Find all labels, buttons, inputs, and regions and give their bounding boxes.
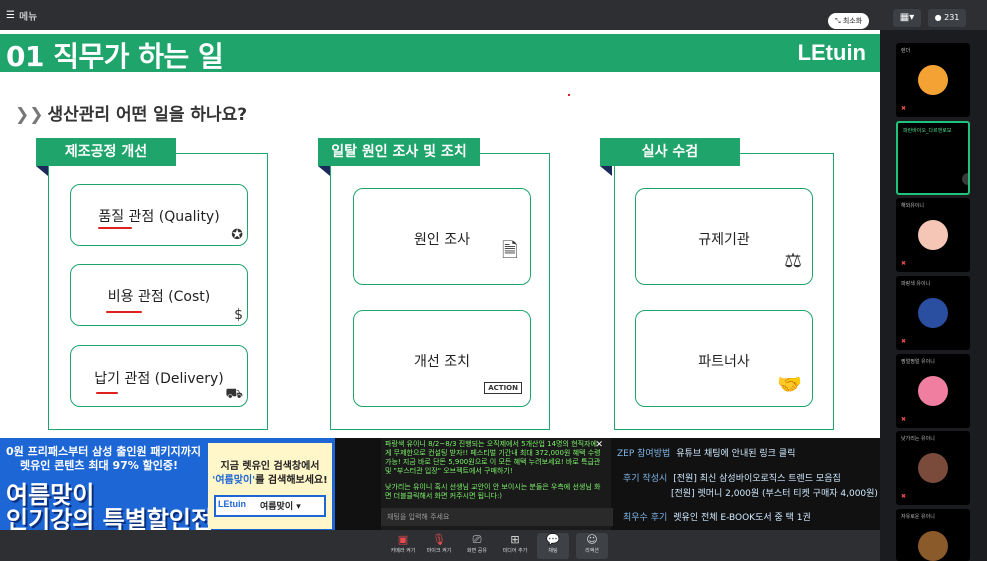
slide-header: 01 직무가 하는 일 LEtuin (0, 34, 880, 73)
regulator-box: 규제기관 ⚖ (635, 188, 813, 285)
avatar (918, 298, 948, 328)
mic-off-icon: ✖ (901, 260, 907, 267)
camera-off-icon: ▣ (397, 533, 409, 546)
banner-search-box: LEtuin 여름맞이 ▾ (214, 495, 326, 517)
avatar (918, 65, 948, 95)
annotation-underline (106, 311, 142, 313)
smiley-icon: ☺ (586, 533, 598, 546)
participants-button[interactable]: ● 231 (928, 9, 966, 27)
media-add-button[interactable]: ⊞ 미디어 추가 (499, 533, 531, 559)
chat-button[interactable]: 💬 채팅 (537, 533, 569, 559)
menu-button[interactable]: ☰ 메뉴 (6, 8, 37, 23)
double-chevron-icon: ❯❯ (15, 105, 44, 125)
pointer-dot (568, 94, 570, 96)
brand-logo: LEtuin (797, 40, 866, 65)
document-search-icon: 🗎 (501, 238, 518, 262)
chat-info-area: ✕ 파랑색 유이니 8/2~8/3 진행되는 오직제에서 5개산업 14명의 현… (335, 438, 880, 530)
handshake-icon: 🤝 (777, 372, 802, 396)
participant-tile[interactable]: 해외유이니 ✖ (896, 198, 970, 272)
cost-box: 비용 관점 (Cost) $ (70, 264, 248, 326)
info-line: 후기 작성시 [전원] 최신 삼성바이오로직스 트렌드 모음집 (623, 474, 841, 484)
grid-layout-icon: ▦▾ (899, 12, 915, 23)
delivery-box: 납기 관점 (Delivery) ⛟ (70, 345, 248, 407)
chat-input[interactable]: 채팅을 입력해 주세요 (381, 508, 613, 526)
participant-tile[interactable]: 렌더 ✖ (896, 43, 970, 117)
panel-header-deviation-investigation: 일탈 원인 조사 및 조치 (318, 138, 480, 176)
layout-toggle-button[interactable]: ▦▾ (893, 9, 921, 27)
mic-button[interactable]: 🎙 마이크 켜기 (423, 533, 455, 559)
chat-bubble-icon: 💬 (546, 533, 560, 546)
quality-box: 품질 관점 (Quality) ✪ (70, 184, 248, 246)
partner-box: 파트너사 🤝 (635, 310, 813, 407)
avatar (918, 220, 948, 250)
mic-off-icon: ✖ (901, 338, 907, 345)
slide-title: 01 직무가 하는 일 (6, 40, 224, 73)
participant-tile[interactable]: 찡얼찡얼 유이니 ✖ (896, 354, 970, 428)
scales-icon: ⚖ (784, 248, 802, 272)
screen-share-button[interactable]: ⎚ 화면 공유 (461, 533, 493, 559)
top-bar: ☰ 메뉴 ⤡ 최소화 ▦▾ ● 231 (0, 0, 987, 30)
camera-button[interactable]: ▣ 카메라 켜기 (387, 533, 419, 559)
avatar (918, 376, 948, 406)
plus-box-icon: ⊞ (510, 533, 520, 546)
minimize-icon: ⤡ (835, 17, 841, 25)
chat-panel: ✕ 파랑색 유이니 8/2~8/3 진행되는 오직제에서 5개산업 14명의 현… (381, 438, 613, 530)
screen-share-icon: ⎚ (472, 533, 482, 546)
mic-off-icon: 🎙 (432, 533, 446, 546)
info-line: [전원] 렛머니 2,000원 (부스터 티켓 구매자 4,000원) (671, 489, 878, 499)
annotation-underline (98, 227, 132, 229)
minimize-button[interactable]: ⤡ 최소화 (828, 13, 870, 29)
reaction-button[interactable]: ☺ 리액션 (576, 533, 608, 559)
info-line: 최우수 후기 렛유인 전체 E-BOOK도서 중 택 1권 (623, 513, 811, 523)
corrective-action-box: 개선 조치 ACTION (353, 310, 531, 407)
info-line: ZEP 참여방법 유튜브 채팅에 안내된 링크 클릭 (617, 449, 796, 459)
participant-tile[interactable]: 파랑색 유이니 ✖ (896, 276, 970, 350)
quality-badge-icon: ✪ (231, 227, 243, 243)
participants-sidebar: 렌더 ✖ 파란바이오_다르앤로보 해외유이니 ✖ 파랑색 유이니 ✖ 찡얼찡얼 … (880, 30, 987, 561)
panel-header-process-improvement: 제조공정 개선 (36, 138, 176, 176)
mic-off-icon: ✖ (901, 105, 907, 112)
slide-subtitle: ❯❯ 생산관리 어떤 일을 하나요? (15, 105, 248, 125)
annotation-underline (96, 392, 118, 394)
promo-banner[interactable]: 0원 프리패스부터 삼성 출인원 패키지까지 렛유인 콘텐츠 최대 97% 할인… (0, 438, 335, 530)
avatar (918, 531, 948, 561)
bottom-toolbar: ▣ 카메라 켜기 🎙 마이크 켜기 ⎚ 화면 공유 ⊞ 미디어 추가 💬 채팅 ☺ 리액션 (0, 530, 880, 561)
participant-tile[interactable]: 낮가리는 유이니 ✖ (896, 431, 970, 505)
panel-header-audit: 실사 수검 (600, 138, 740, 176)
person-icon: ● (934, 13, 942, 22)
hamburger-icon: ☰ (6, 10, 15, 21)
presentation-slide: 01 직무가 하는 일 LEtuin ❯❯ 생산관리 어떤 일을 하나요? 제조공… (0, 30, 880, 438)
avatar (962, 173, 968, 185)
chat-message: 낮가리는 유이니 혹시 선생님 교안이 안 보이시는 분들은 우측에 선생님 화… (385, 483, 601, 500)
banner-search-promo: 지금 렛유인 검색창에서 '여름맞이'를 검색해보세요! LEtuin 여름맞이… (208, 443, 332, 529)
mic-off-icon: ✖ (901, 493, 907, 500)
chat-message: 파랑색 유이니 8/2~8/3 진행되는 오직제에서 5개산업 14명의 현직자… (385, 440, 601, 475)
dollar-icon: $ (234, 307, 243, 323)
action-icon: ACTION (484, 382, 522, 394)
avatar (918, 453, 948, 483)
truck-icon: ⛟ (225, 386, 243, 402)
mic-off-icon: ✖ (901, 416, 907, 423)
participant-tile[interactable]: 자유로운 유이니 (896, 509, 970, 561)
participant-tile[interactable]: 파란바이오_다르앤로보 (896, 121, 970, 195)
root-cause-box: 원인 조사 🗎 (353, 188, 531, 285)
